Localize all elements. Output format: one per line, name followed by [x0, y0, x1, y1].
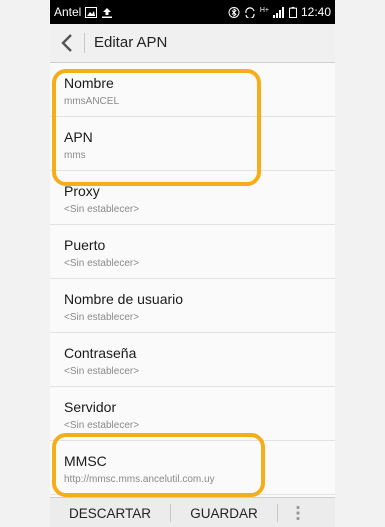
field-label: APN: [64, 129, 93, 145]
clock: 12:40: [300, 5, 331, 19]
field-label: Nombre: [64, 75, 114, 91]
apn-field-contrasena[interactable]: Contraseña <Sin establecer>: [50, 333, 335, 387]
status-bar: Antel H+ 12:40: [50, 0, 335, 24]
apn-field-puerto[interactable]: Puerto <Sin establecer>: [50, 225, 335, 279]
field-label: Nombre de usuario: [64, 291, 184, 307]
field-value: <Sin establecer>: [64, 204, 140, 215]
field-value: <Sin establecer>: [64, 366, 140, 377]
battery-icon: [288, 6, 297, 18]
overflow-menu-icon[interactable]: [278, 498, 318, 527]
upload-icon: [101, 7, 113, 18]
field-label: MMSC: [64, 453, 107, 469]
field-value: http://mmsc.mms.ancelutil.com.uy: [64, 474, 215, 485]
divider: [84, 33, 85, 53]
field-label: Proxy: [64, 183, 100, 199]
signal-icon: [272, 6, 285, 18]
apn-field-nombre-de-usuario[interactable]: Nombre de usuario <Sin establecer>: [50, 279, 335, 333]
save-button[interactable]: GUARDAR: [171, 498, 277, 527]
field-value: <Sin establecer>: [64, 258, 140, 269]
field-label: Contraseña: [64, 345, 137, 361]
apn-settings-list: Nombre mmsANCEL APN mms Proxy <Sin estab…: [50, 63, 335, 495]
bluetooth-icon: [228, 6, 240, 18]
discard-button[interactable]: DESCARTAR: [50, 498, 170, 527]
page-title: Editar APN: [94, 34, 168, 51]
apn-field-servidor[interactable]: Servidor <Sin establecer>: [50, 387, 335, 441]
apn-field-apn[interactable]: APN mms: [50, 117, 335, 171]
field-value: <Sin establecer>: [64, 312, 140, 323]
apn-field-proxy[interactable]: Proxy <Sin establecer>: [50, 171, 335, 225]
bottom-action-bar: DESCARTAR GUARDAR: [50, 497, 335, 527]
apn-field-mmsc[interactable]: MMSC http://mmsc.mms.ancelutil.com.uy: [50, 441, 335, 495]
back-arrow-icon[interactable]: [58, 32, 78, 54]
field-value: <Sin establecer>: [64, 420, 140, 431]
field-label: Servidor: [64, 399, 117, 415]
phone-screen: Antel H+ 12:40 Editar APN Nombre mmsANCE…: [50, 0, 335, 527]
rotate-icon: [244, 6, 256, 19]
action-bar: Editar APN: [50, 24, 335, 63]
field-value: mms: [64, 150, 86, 161]
carrier-label: Antel: [54, 5, 82, 19]
field-label: Puerto: [64, 237, 106, 253]
image-icon: [85, 6, 98, 18]
field-value: mmsANCEL: [64, 96, 120, 107]
network-type: H+: [259, 6, 269, 14]
apn-field-nombre[interactable]: Nombre mmsANCEL: [50, 63, 335, 117]
